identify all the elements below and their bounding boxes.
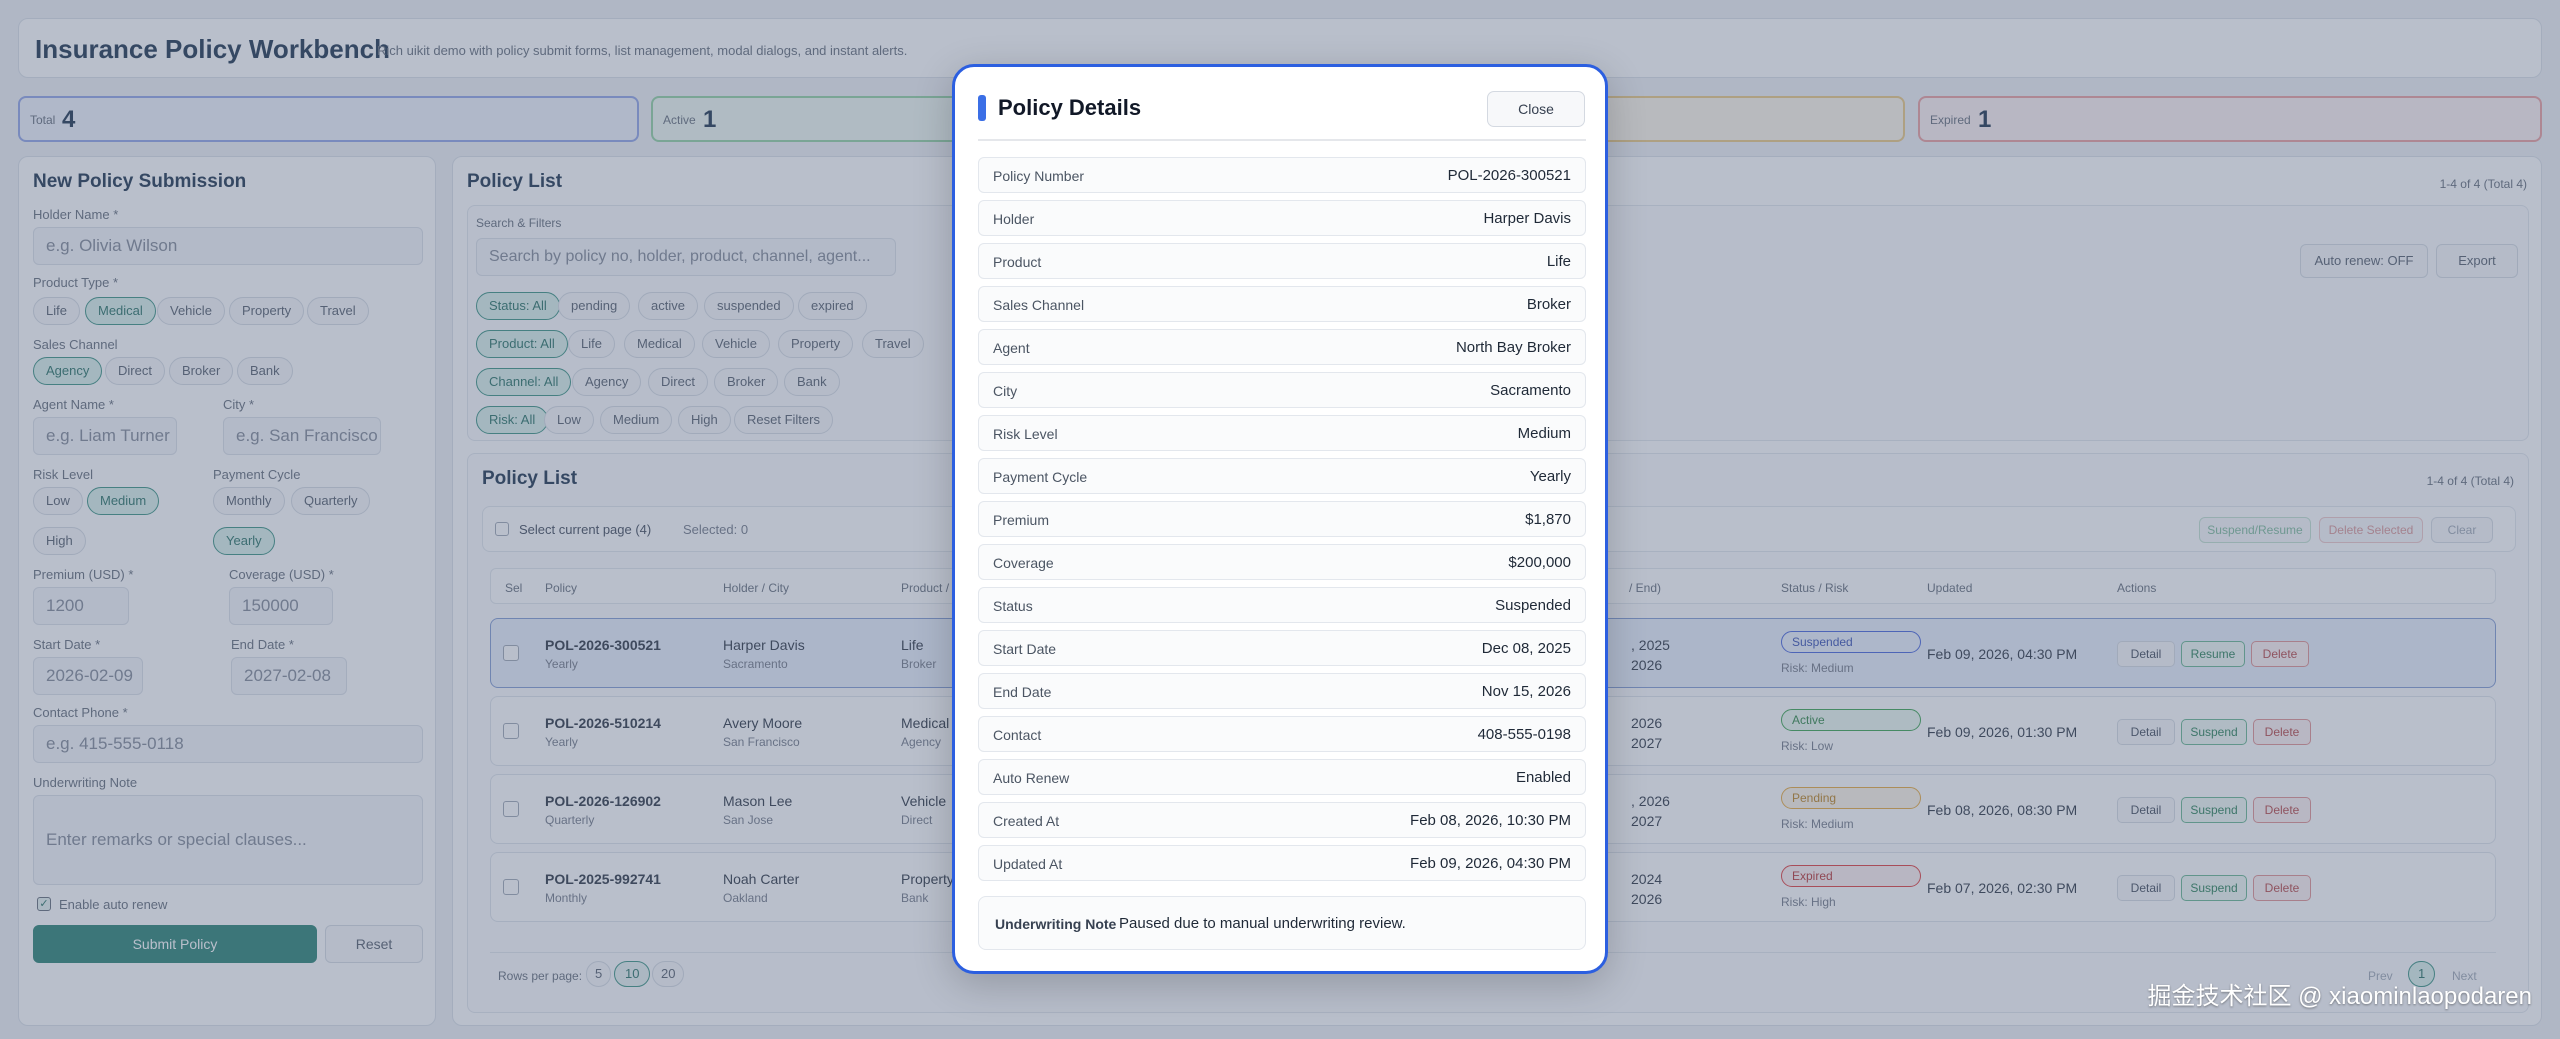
detail-key: Sales Channel	[993, 297, 1085, 313]
detail-value: $200,000	[1508, 554, 1571, 571]
note-key: Underwriting Note	[995, 916, 1117, 932]
detail-value: Dec 08, 2025	[1481, 640, 1571, 657]
detail-row-status: Status Suspended	[978, 587, 1586, 623]
detail-value: Yearly	[1529, 468, 1571, 485]
detail-value: Nov 15, 2026	[1481, 683, 1571, 700]
detail-value: $1,870	[1525, 511, 1571, 528]
detail-key: Updated At	[993, 856, 1063, 872]
detail-key: Holder	[993, 211, 1035, 227]
detail-value: North Bay Broker	[1455, 339, 1571, 356]
detail-value: POL-2026-300521	[1447, 167, 1571, 184]
close-button[interactable]: Close	[1487, 91, 1585, 127]
detail-row-premium: Premium $1,870	[978, 501, 1586, 537]
detail-row-start-date: Start Date Dec 08, 2025	[978, 630, 1586, 666]
watermark: 掘金技术社区 @ xiaominlaopodaren	[2147, 983, 2532, 1010]
detail-value: Life	[1546, 253, 1571, 270]
detail-row-policy-number: Policy Number POL-2026-300521	[978, 157, 1586, 193]
detail-value: Broker	[1526, 296, 1571, 313]
detail-key: Payment Cycle	[993, 469, 1088, 485]
detail-key: Agent	[993, 340, 1030, 356]
detail-row-auto-renew: Auto Renew Enabled	[978, 759, 1586, 795]
detail-row-payment-cycle: Payment Cycle Yearly	[978, 458, 1586, 494]
detail-value: Feb 08, 2026, 10:30 PM	[1410, 812, 1571, 829]
detail-key: Start Date	[993, 641, 1057, 657]
detail-value: Suspended	[1495, 597, 1571, 614]
detail-key: Risk Level	[993, 426, 1058, 442]
detail-value: Feb 09, 2026, 04:30 PM	[1410, 855, 1571, 872]
detail-value: Sacramento	[1490, 382, 1571, 399]
policy-details-modal: Policy Details Close Policy Number POL-20…	[952, 64, 1608, 974]
detail-row-created-at: Created At Feb 08, 2026, 10:30 PM	[978, 802, 1586, 838]
detail-row-risk-level: Risk Level Medium	[978, 415, 1586, 451]
detail-key: Coverage	[993, 555, 1054, 571]
detail-key: End Date	[993, 684, 1052, 700]
detail-key: City	[993, 383, 1018, 399]
detail-row-product: Product Life	[978, 243, 1586, 279]
modal-title: Policy Details	[998, 95, 1142, 120]
detail-value: Medium	[1517, 425, 1571, 442]
detail-key: Created At	[993, 813, 1060, 829]
detail-key: Status	[993, 598, 1033, 614]
detail-row-city: City Sacramento	[978, 372, 1586, 408]
underwriting-note-box: Underwriting Note Paused due to manual u…	[978, 896, 1586, 950]
detail-row-sales-channel: Sales Channel Broker	[978, 286, 1586, 322]
detail-row-coverage: Coverage $200,000	[978, 544, 1586, 580]
title-accent-bar	[978, 95, 986, 121]
detail-row-contact: Contact 408-555-0198	[978, 716, 1586, 752]
modal-divider	[978, 139, 1586, 141]
detail-row-agent: Agent North Bay Broker	[978, 329, 1586, 365]
detail-value: 408-555-0198	[1477, 726, 1571, 743]
note-value: Paused due to manual underwriting review…	[1119, 915, 1406, 932]
detail-row-updated-at: Updated At Feb 09, 2026, 04:30 PM	[978, 845, 1586, 881]
detail-value: Enabled	[1515, 769, 1571, 786]
detail-key: Policy Number	[993, 168, 1085, 184]
detail-key: Auto Renew	[993, 770, 1070, 786]
detail-key: Premium	[993, 512, 1050, 528]
detail-key: Product	[993, 254, 1042, 270]
detail-key: Contact	[993, 727, 1042, 743]
detail-value: Harper Davis	[1483, 210, 1571, 227]
detail-row-holder: Holder Harper Davis	[978, 200, 1586, 236]
detail-row-end-date: End Date Nov 15, 2026	[978, 673, 1586, 709]
